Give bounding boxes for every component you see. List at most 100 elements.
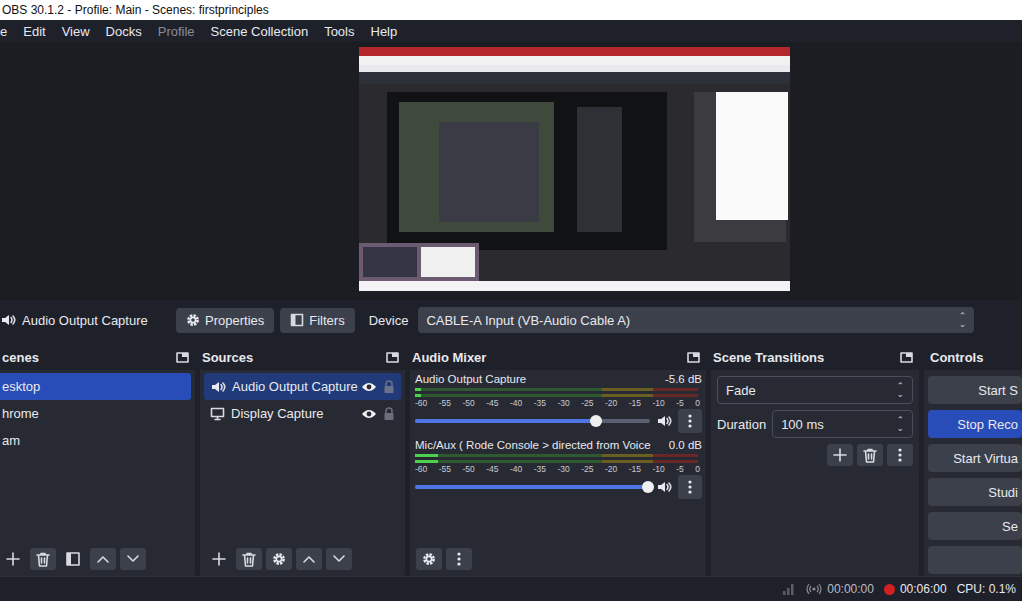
scale-tick: -40: [510, 398, 522, 408]
mute-speaker-icon[interactable]: [656, 414, 672, 428]
remove-icon: [242, 552, 256, 567]
menu-item[interactable]: e: [0, 22, 15, 41]
scale-tick: -55: [439, 464, 451, 474]
scale-tick: -45: [486, 398, 498, 408]
filter-button[interactable]: [60, 548, 86, 570]
source-toolbar: Audio Output CapturePropertiesFiltersDev…: [0, 300, 1022, 340]
transitions-body: Fade⌃⌄ Duration 100 ms⌃⌄: [711, 370, 919, 576]
volume-thumb[interactable]: [642, 481, 654, 493]
up-button[interactable]: [296, 548, 322, 570]
preview-shape: [359, 72, 790, 84]
menu-item[interactable]: Help: [363, 22, 406, 41]
control-button[interactable]: [928, 546, 1022, 574]
menu-item[interactable]: Docks: [98, 22, 150, 41]
lock-icon[interactable]: [383, 407, 395, 421]
mute-speaker-icon[interactable]: [656, 480, 672, 494]
properties-button[interactable]: Properties: [176, 308, 274, 333]
meter-scale: -60-55-50-45-40-35-30-25-20-15-10-50: [415, 464, 700, 474]
volume-fill: [415, 419, 596, 423]
volume-meter: [415, 460, 698, 463]
preview-shape: [359, 281, 790, 291]
add-button[interactable]: [827, 444, 853, 466]
up-button[interactable]: [90, 548, 116, 570]
lock-icon[interactable]: [383, 380, 395, 394]
visibility-eye-icon[interactable]: [361, 381, 377, 393]
more-icon: [688, 480, 692, 494]
down-icon: [126, 554, 140, 564]
dock-header: Scene Transitions: [711, 344, 919, 370]
preview-shape: [359, 56, 790, 65]
more-button[interactable]: [446, 548, 472, 570]
stream-status: 00:00:00: [806, 582, 874, 596]
preview-shape: [359, 47, 790, 56]
scale-tick: -15: [629, 464, 641, 474]
undock-icon[interactable]: [900, 352, 913, 363]
transition-dropdown[interactable]: Fade⌃⌄: [717, 376, 913, 404]
scene-item[interactable]: hrome: [0, 400, 191, 427]
volume-thumb[interactable]: [590, 415, 602, 427]
source-item[interactable]: Display Capture: [204, 400, 401, 427]
scale-tick: -60: [415, 464, 427, 474]
undock-icon[interactable]: [687, 352, 700, 363]
add-button[interactable]: [0, 548, 26, 570]
channel-name: Mic/Aux ( Rode Console > directed from V…: [415, 439, 651, 451]
scale-tick: -20: [605, 464, 617, 474]
volume-slider[interactable]: [415, 419, 650, 423]
cpu-usage: CPU: 0.1%: [957, 582, 1016, 596]
source-name: Audio Output Capture: [232, 379, 355, 394]
mixer-channel: Mic/Aux ( Rode Console > directed from V…: [415, 439, 702, 499]
control-button[interactable]: Se: [928, 512, 1022, 540]
menu-item[interactable]: Scene Collection: [203, 22, 317, 41]
scene-item[interactable]: esktop: [0, 373, 191, 400]
device-dropdown[interactable]: CABLE-A Input (VB-Audio Cable A)⌃⌄: [418, 307, 974, 333]
duration-value: 100 ms: [781, 417, 824, 432]
remove-button[interactable]: [30, 548, 56, 570]
filter-icon: [66, 552, 80, 566]
scale-tick: -30: [558, 398, 570, 408]
duration-row: Duration 100 ms⌃⌄: [717, 410, 913, 438]
menu-item[interactable]: View: [54, 22, 98, 41]
menu-item[interactable]: Tools: [316, 22, 362, 41]
down-button[interactable]: [120, 548, 146, 570]
source-item[interactable]: Audio Output Capture: [204, 373, 401, 400]
properties-button[interactable]: [266, 548, 292, 570]
remove-icon: [863, 448, 877, 463]
scene-transitions-dock: Scene Transitions Fade⌃⌄ Duration 100 ms⌃⌄: [711, 344, 919, 576]
transition-value: Fade: [726, 383, 756, 398]
settings-button[interactable]: [416, 548, 442, 570]
control-button[interactable]: Stop Reco: [928, 410, 1022, 438]
control-button[interactable]: Start S: [928, 376, 1022, 404]
speaker-icon: [0, 313, 16, 327]
gear-icon: [186, 313, 200, 327]
volume-slider[interactable]: [415, 485, 650, 489]
sources-toolbar: [200, 544, 405, 576]
transition-row: Fade⌃⌄: [717, 376, 913, 404]
control-button[interactable]: Studi: [928, 478, 1022, 506]
remove-button[interactable]: [857, 444, 883, 466]
filters-button[interactable]: Filters: [280, 308, 354, 333]
preview-shape: [716, 92, 788, 220]
channel-menu-button[interactable]: [678, 409, 702, 433]
channel-menu-button[interactable]: [678, 475, 702, 499]
source-kind: [210, 380, 226, 394]
remove-button[interactable]: [236, 548, 262, 570]
filters-icon: [290, 313, 304, 327]
add-button[interactable]: [206, 548, 232, 570]
down-button[interactable]: [326, 548, 352, 570]
more-button[interactable]: [887, 444, 913, 466]
channel-reading: 0.0 dB: [669, 439, 702, 451]
volume-fill: [415, 485, 648, 489]
undock-icon[interactable]: [386, 352, 399, 363]
down-icon: [332, 554, 346, 564]
undock-icon[interactable]: [176, 352, 189, 363]
controls-body: Start S Stop Reco Start Virtua Studi Se: [924, 370, 1022, 576]
preview-shape: [421, 247, 475, 277]
channel-header: Audio Output Capture-5.6 dB: [415, 373, 702, 385]
more-icon: [457, 552, 461, 566]
scene-item[interactable]: am: [0, 427, 191, 454]
control-button[interactable]: Start Virtua: [928, 444, 1022, 472]
duration-label: Duration: [717, 417, 766, 432]
duration-field[interactable]: 100 ms⌃⌄: [772, 410, 913, 438]
menu-item[interactable]: Edit: [15, 22, 53, 41]
visibility-eye-icon[interactable]: [361, 408, 377, 420]
